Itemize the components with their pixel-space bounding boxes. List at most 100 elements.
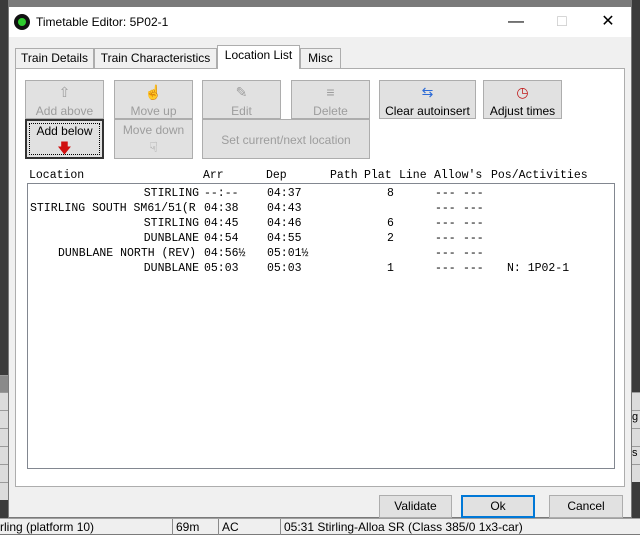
background-right-text: g	[632, 411, 639, 423]
allow-cell: ---	[435, 232, 456, 245]
list-item[interactable]: DUNBLANE NORTH (REV) 04:56½ 05:01½ --- -…	[28, 247, 614, 262]
column-dep: Dep	[266, 169, 287, 182]
list-item[interactable]: STIRLING --:-- 04:37 8 --- ---	[28, 187, 614, 202]
background-window-right: g s	[632, 0, 640, 534]
plat-cell: 6	[387, 217, 394, 230]
list-item[interactable]: DUNBLANE 05:03 05:03 1 --- --- N: 1P02-1	[28, 262, 614, 277]
column-line: Line	[399, 169, 427, 182]
background-distance-cell: 69m	[176, 520, 200, 534]
close-icon: ✕	[601, 13, 615, 30]
clear-autoinsert-label: Clear autoinsert	[385, 104, 470, 118]
title-bar[interactable]: Timetable Editor: 5P02-1 — □ ✕	[9, 7, 631, 37]
move-up-label: Move up	[130, 104, 177, 118]
allow-cell: ---	[463, 187, 484, 200]
pos-cell: N: 1P02-1	[507, 262, 570, 275]
allow-cell: ---	[435, 247, 456, 260]
plat-cell: 2	[387, 232, 394, 245]
minimize-button[interactable]: —	[493, 7, 539, 37]
maximize-icon: □	[557, 13, 567, 30]
delete-button[interactable]: ≡ Delete	[291, 80, 370, 119]
list-item[interactable]: DUNBLANE 04:54 04:55 2 --- ---	[28, 232, 614, 247]
allow-cell: ---	[463, 247, 484, 260]
timetable-editor-dialog: Timetable Editor: 5P02-1 — □ ✕ Train Det…	[8, 6, 632, 518]
allow-cell: ---	[463, 202, 484, 215]
arr-cell: 05:03	[204, 262, 239, 275]
location-cell: DUNBLANE	[143, 262, 199, 275]
tab-location-list[interactable]: Location List	[217, 45, 300, 69]
location-cell: STIRLING	[143, 187, 199, 200]
tab-misc[interactable]: Misc	[300, 48, 341, 68]
move-down-label: Move down	[122, 123, 185, 137]
hand-up-icon: ☝	[144, 84, 163, 100]
location-cell: DUNBLANE	[143, 232, 199, 245]
autoinsert-icon: ⇆	[421, 84, 434, 100]
set-current-next-location-label: Set current/next location	[221, 133, 351, 147]
hand-down-icon: ☟	[149, 139, 158, 155]
tab-label: Train Characteristics	[100, 51, 211, 65]
dep-cell: 04:55	[267, 232, 302, 245]
add-below-button[interactable]: Add below 🡇	[25, 119, 104, 159]
edit-button[interactable]: ✎ Edit	[202, 80, 281, 119]
background-window-left	[0, 0, 8, 534]
edit-label: Edit	[231, 104, 252, 118]
add-above-button[interactable]: ⇧ Add above	[25, 80, 104, 119]
location-cell: STIRLING	[143, 217, 199, 230]
tab-label: Misc	[308, 51, 333, 65]
location-list-header: Location Arr Dep Path Plat Line Allow's …	[29, 169, 619, 183]
dep-cell: 05:01½	[267, 247, 309, 260]
adjust-times-label: Adjust times	[489, 104, 556, 118]
dep-cell: 04:46	[267, 217, 302, 230]
add-above-label: Add above	[35, 104, 94, 118]
plat-cell: 1	[387, 262, 394, 275]
background-power-cell: AC	[222, 520, 239, 534]
allow-cell: ---	[463, 217, 484, 230]
list-item[interactable]: STIRLING 04:45 04:46 6 --- ---	[28, 217, 614, 232]
dep-cell: 04:43	[267, 202, 302, 215]
tab-train-details[interactable]: Train Details	[15, 48, 94, 68]
column-path: Path	[330, 169, 358, 182]
ok-button[interactable]: Ok	[461, 495, 535, 518]
tab-train-characteristics[interactable]: Train Characteristics	[94, 48, 217, 68]
delete-label: Delete	[313, 104, 348, 118]
background-right-text: s	[632, 447, 638, 459]
set-current-next-location-button[interactable]: Set current/next location	[202, 119, 370, 159]
clock-icon: ◷	[516, 84, 529, 100]
column-location: Location	[29, 169, 85, 182]
cancel-label: Cancel	[567, 499, 605, 513]
maximize-button: □	[539, 7, 585, 37]
cancel-button[interactable]: Cancel	[549, 495, 623, 518]
arr-cell: --:--	[204, 187, 239, 200]
background-status-row: rling (platform 10) 69m AC 05:31 Stirlin…	[0, 518, 640, 535]
background-service-cell: 05:31 Stirling-Alloa SR (Class 385/0 1x3…	[284, 520, 523, 534]
column-arr: Arr	[203, 169, 224, 182]
window-title: Timetable Editor: 5P02-1	[36, 15, 169, 29]
app-icon	[14, 14, 30, 30]
tab-label: Train Details	[21, 51, 88, 65]
clear-autoinsert-button[interactable]: ⇆ Clear autoinsert	[379, 80, 476, 119]
arr-cell: 04:56½	[204, 247, 246, 260]
column-pos-activities: Pos/Activities	[491, 169, 588, 182]
location-cell: DUNBLANE NORTH (REV)	[58, 247, 197, 260]
close-button[interactable]: ✕	[585, 7, 631, 37]
list-item[interactable]: STIRLING SOUTH SM61/51(R 04:38 04:43 ---…	[28, 202, 614, 217]
allow-cell: ---	[435, 187, 456, 200]
allow-cell: ---	[463, 232, 484, 245]
arr-cell: 04:45	[204, 217, 239, 230]
arrow-up-icon: ⇧	[58, 84, 71, 100]
adjust-times-button[interactable]: ◷ Adjust times	[483, 80, 562, 119]
arrow-down-icon: 🡇	[57, 140, 72, 156]
tab-label: Location List	[224, 48, 293, 62]
arr-cell: 04:54	[204, 232, 239, 245]
move-down-button[interactable]: Move down ☟	[114, 119, 193, 159]
background-location-cell: rling (platform 10)	[0, 520, 95, 534]
column-plat: Plat	[364, 169, 392, 182]
allow-cell: ---	[435, 217, 456, 230]
move-up-button[interactable]: ☝ Move up	[114, 80, 193, 119]
allow-cell: ---	[463, 262, 484, 275]
location-list[interactable]: STIRLING --:-- 04:37 8 --- --- STIRLING …	[27, 183, 615, 469]
add-below-label: Add below	[36, 124, 93, 138]
validate-label: Validate	[394, 499, 437, 513]
edit-document-icon: ✎	[235, 84, 248, 100]
validate-button[interactable]: Validate	[379, 495, 452, 518]
delete-row-icon: ≡	[326, 84, 335, 100]
